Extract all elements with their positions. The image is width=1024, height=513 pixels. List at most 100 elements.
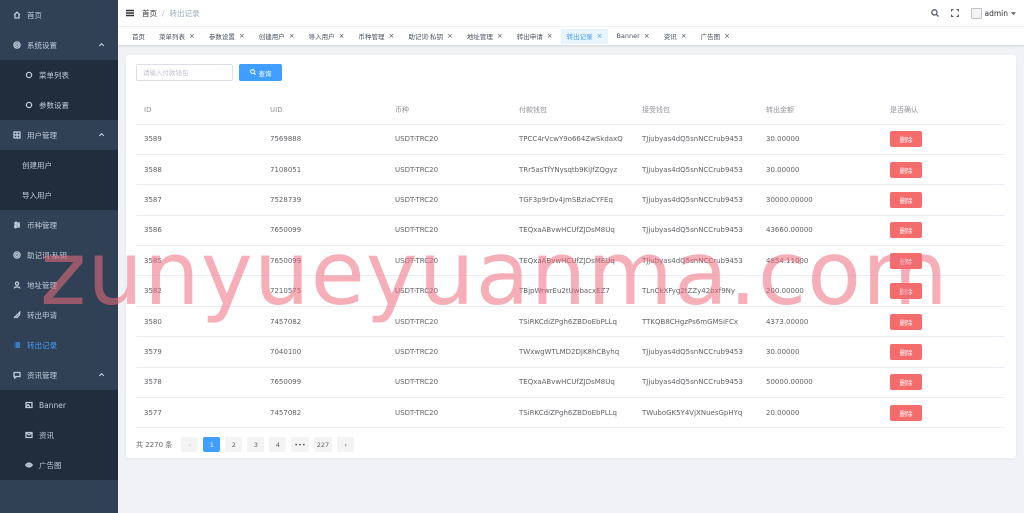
hamburger-icon[interactable] [126,9,134,17]
delete-button[interactable]: 删除 [890,404,922,421]
close-icon[interactable]: × [447,32,453,40]
page-number[interactable]: 2 [225,437,243,452]
table-row: 3587 7528739 USDT-TRC20 TGF3p9rDv4JmSBziaCY… [136,184,1005,216]
sidebar-item[interactable]: 用户管理 [0,120,118,150]
tab-tag[interactable]: 转出申请 × [510,28,559,44]
sidebar-item[interactable]: 资讯管理 [0,360,118,390]
close-icon[interactable]: × [389,32,395,40]
chevron-up-icon [98,131,106,139]
close-icon[interactable]: × [547,32,553,40]
next-page-button[interactable]: › [337,437,355,452]
tab-tag[interactable]: 菜单列表 × [153,28,201,44]
user-name[interactable]: admin [985,9,1009,18]
close-icon[interactable]: × [189,32,195,40]
tab-tag[interactable]: 资讯 × [657,28,693,44]
avatar[interactable] [970,8,982,19]
tab-tag[interactable]: 助记词·私钥 × [402,28,459,44]
table-cell: 7528739 [262,184,387,216]
sidebar-item[interactable]: 导入用户 [0,180,118,210]
table-cell: USDT-TRC20 [387,336,511,368]
delete-button[interactable]: 删除 [890,161,922,178]
sidebar-item[interactable]: 菜单列表 [0,60,118,90]
sidebar-item[interactable]: 助记词·私钥 [0,240,118,270]
delete-button[interactable]: 删除 [890,252,922,269]
tab-tag[interactable]: 币种管理 × [352,28,401,44]
delete-button[interactable]: 删除 [890,131,922,148]
tags-view: 首页 菜单列表 × 参数设置 × 创建用户 × 导入用户 × 币种管理 × 助记词·私钥 × 地址管理 × 转… [118,27,1024,46]
sidebar-item[interactable]: 首页 [0,0,118,30]
search-icon[interactable] [930,8,939,19]
breadcrumb-current: 转出记录 [169,8,200,18]
caret-down-icon[interactable] [1011,9,1016,18]
search-button[interactable]: 查询 [239,64,282,81]
tab-tag[interactable]: 创建用户 × [252,28,301,44]
sidebar-item[interactable]: 资讯 [0,420,118,450]
delete-button[interactable]: 删除 [890,222,922,239]
table-cell: TJjubyas4dQ5snNCCrub9453 [634,124,758,155]
sidebar-item[interactable]: 转出记录 [0,330,118,360]
close-icon[interactable]: × [597,32,603,40]
tab-tag[interactable]: Banner × [610,28,656,44]
page-number[interactable]: 1 [203,437,221,452]
table-cell: TRr5asTfYNysqtb9KiJfZQgyz [511,154,634,186]
table-row: 3589 7569888 USDT-TRC20 TPCC4rVcwY9o664ZwSk… [136,124,1005,155]
close-icon[interactable]: × [289,32,295,40]
sidebar-item[interactable]: 地址管理 [0,270,118,300]
column-header: 是否确认 [882,96,1005,125]
search-input[interactable] [136,64,233,81]
delete-button[interactable]: 删除 [890,191,922,208]
close-icon[interactable]: × [339,32,345,40]
sidebar-item-label: 导入用户 [22,190,52,200]
table-cell: TJjubyas4dQ5snNCCrub9453 [634,154,758,186]
delete-button[interactable]: 删除 [890,313,922,330]
action-cell: 删除 [882,245,1005,277]
tab-tag[interactable]: 转出记录 × [560,28,609,44]
sidebar-item[interactable]: Banner [0,390,118,420]
close-icon[interactable]: × [681,32,687,40]
close-icon[interactable]: × [497,32,503,40]
breadcrumb-separator: / [162,8,165,18]
tab-tag[interactable]: 首页 [126,28,151,44]
search-bar: 查询 [136,64,282,81]
table-cell: 4854.11000 [758,245,882,277]
table-row: 3577 7457082 USDT-TRC20 TSiRKCdiZPgh6ZBDoEb… [136,397,1005,429]
close-icon[interactable]: × [644,32,650,40]
close-icon[interactable]: × [724,32,730,40]
table-row: 3588 7108051 USDT-TRC20 TRr5asTfYNysqtb9KiJ… [136,154,1005,186]
sidebar-item[interactable]: 系统设置 [0,30,118,60]
tab-tag[interactable]: 广告图 × [694,28,736,44]
table-cell: TJjubyas4dQ5snNCCrub9453 [634,336,758,368]
page-number[interactable]: 3 [247,437,265,452]
user-icon [12,281,21,290]
tab-tag[interactable]: 参数设置 × [202,28,251,44]
close-icon[interactable]: × [239,32,245,40]
table-cell: TBjpWrwrEu2tUwbacxEZ7 [511,275,634,307]
page-number[interactable]: 4 [269,437,287,452]
sidebar-item[interactable]: 创建用户 [0,150,118,180]
more-pages-button[interactable]: ••• [291,437,309,452]
delete-button[interactable]: 删除 [890,343,922,360]
table-row: 3582 7210575 USDT-TRC20 TBjpWrwrEu2tUwbacxE… [136,275,1005,307]
table-cell: TWxwgWTLMD2DJK8hCByhq [511,336,634,368]
action-cell: 删除 [882,124,1005,155]
page-number[interactable]: 227 [313,437,333,452]
breadcrumb-home[interactable]: 首页 [142,8,157,19]
circle-icon [24,101,33,110]
table-cell: 3588 [136,154,262,186]
delete-button[interactable]: 删除 [890,374,922,391]
sidebar-item[interactable]: 币种管理 [0,210,118,240]
gear-icon [12,41,21,50]
delete-button[interactable]: 删除 [890,283,922,300]
action-cell: 删除 [882,336,1005,368]
sidebar-item-label: 地址管理 [27,280,57,290]
sidebar-item[interactable]: 转出申请 [0,300,118,330]
fullscreen-icon[interactable] [950,8,959,19]
tab-tag[interactable]: 地址管理 × [460,28,509,44]
table-cell: TEQxaABvwHCUfZJDsM8Uq [511,215,634,247]
sidebar-item[interactable]: 参数设置 [0,90,118,120]
user-menu[interactable]: admin [970,8,1016,19]
table-cell: 7569888 [262,124,387,155]
tab-tag[interactable]: 导入用户 × [302,28,351,44]
prev-page-button[interactable]: ‹ [181,437,199,452]
sidebar-item[interactable]: 广告图 [0,450,118,480]
